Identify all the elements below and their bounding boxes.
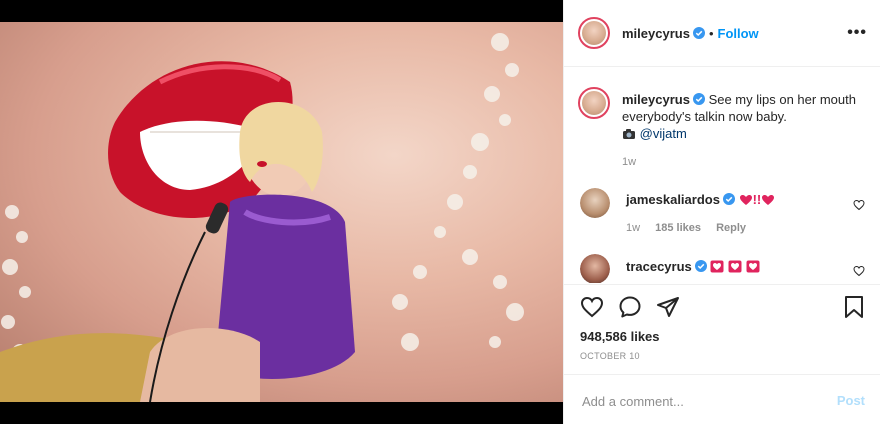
- comment-like-heart-icon[interactable]: [853, 265, 865, 277]
- comment-item: jameskaliardos !! 1w 185 likes Reply: [626, 191, 846, 234]
- verified-badge-icon: [694, 260, 707, 272]
- more-options-icon[interactable]: •••: [847, 24, 867, 42]
- comment-time[interactable]: 1w: [626, 222, 640, 234]
- add-comment-bar: Post: [564, 374, 880, 425]
- action-icons: [580, 295, 865, 323]
- post-button[interactable]: Post: [837, 393, 865, 408]
- reply-button[interactable]: Reply: [716, 222, 746, 234]
- comment-like-heart-icon[interactable]: [853, 199, 865, 211]
- save-bookmark-icon[interactable]: [842, 295, 866, 319]
- caption-avatar[interactable]: [578, 87, 610, 119]
- caption: mileycyrus See my lips on her mouth ever…: [622, 91, 862, 168]
- comments-list[interactable]: mileycyrus See my lips on her mouth ever…: [564, 67, 880, 283]
- comment-avatar[interactable]: [580, 254, 610, 283]
- post-photo[interactable]: [0, 22, 563, 402]
- author-username[interactable]: mileycyrus: [622, 26, 690, 41]
- verified-badge-icon: [722, 193, 735, 205]
- likes-count[interactable]: 948,586 likes: [580, 329, 660, 344]
- red-heart-emoji-icon: [762, 195, 775, 205]
- comment-item: tracecyrus: [626, 258, 846, 275]
- post-date[interactable]: OCTOBER 10: [580, 351, 640, 361]
- red-heart-emoji-icon: [739, 195, 752, 205]
- comment-likes[interactable]: 185 likes: [655, 222, 701, 234]
- post-actions: 948,586 likes OCTOBER 10: [564, 284, 880, 371]
- photo-illustration: [0, 33, 524, 402]
- caption-mention[interactable]: @vijatm: [640, 126, 687, 141]
- author-avatar[interactable]: [578, 17, 610, 49]
- comment-bubble-icon[interactable]: [618, 295, 642, 319]
- comment-username[interactable]: tracecyrus: [626, 259, 692, 274]
- post-media: [0, 0, 563, 424]
- caption-username[interactable]: mileycyrus: [622, 92, 690, 107]
- post-sidebar: mileycyrus • Follow ••• mileycyrus See my …: [563, 0, 880, 424]
- camera-icon: [623, 129, 635, 139]
- share-paper-plane-icon[interactable]: [656, 295, 680, 319]
- verified-badge-icon: [692, 27, 705, 39]
- instagram-post: mileycyrus • Follow ••• mileycyrus See my …: [0, 0, 880, 424]
- like-heart-icon[interactable]: [580, 295, 604, 319]
- post-header: mileycyrus • Follow •••: [564, 0, 880, 67]
- verified-badge-icon: [692, 93, 705, 105]
- heart-box-emoji-icon: [710, 260, 724, 273]
- heart-box-emoji-icon: [728, 260, 742, 273]
- comment-text: !!: [752, 192, 762, 207]
- comment-username[interactable]: jameskaliardos: [626, 192, 720, 207]
- comment-input[interactable]: [580, 389, 814, 413]
- header-separator: •: [708, 26, 714, 41]
- heart-box-emoji-icon: [746, 260, 760, 273]
- caption-time[interactable]: 1w: [622, 156, 636, 168]
- comment-avatar[interactable]: [580, 188, 610, 218]
- follow-button[interactable]: Follow: [718, 26, 759, 41]
